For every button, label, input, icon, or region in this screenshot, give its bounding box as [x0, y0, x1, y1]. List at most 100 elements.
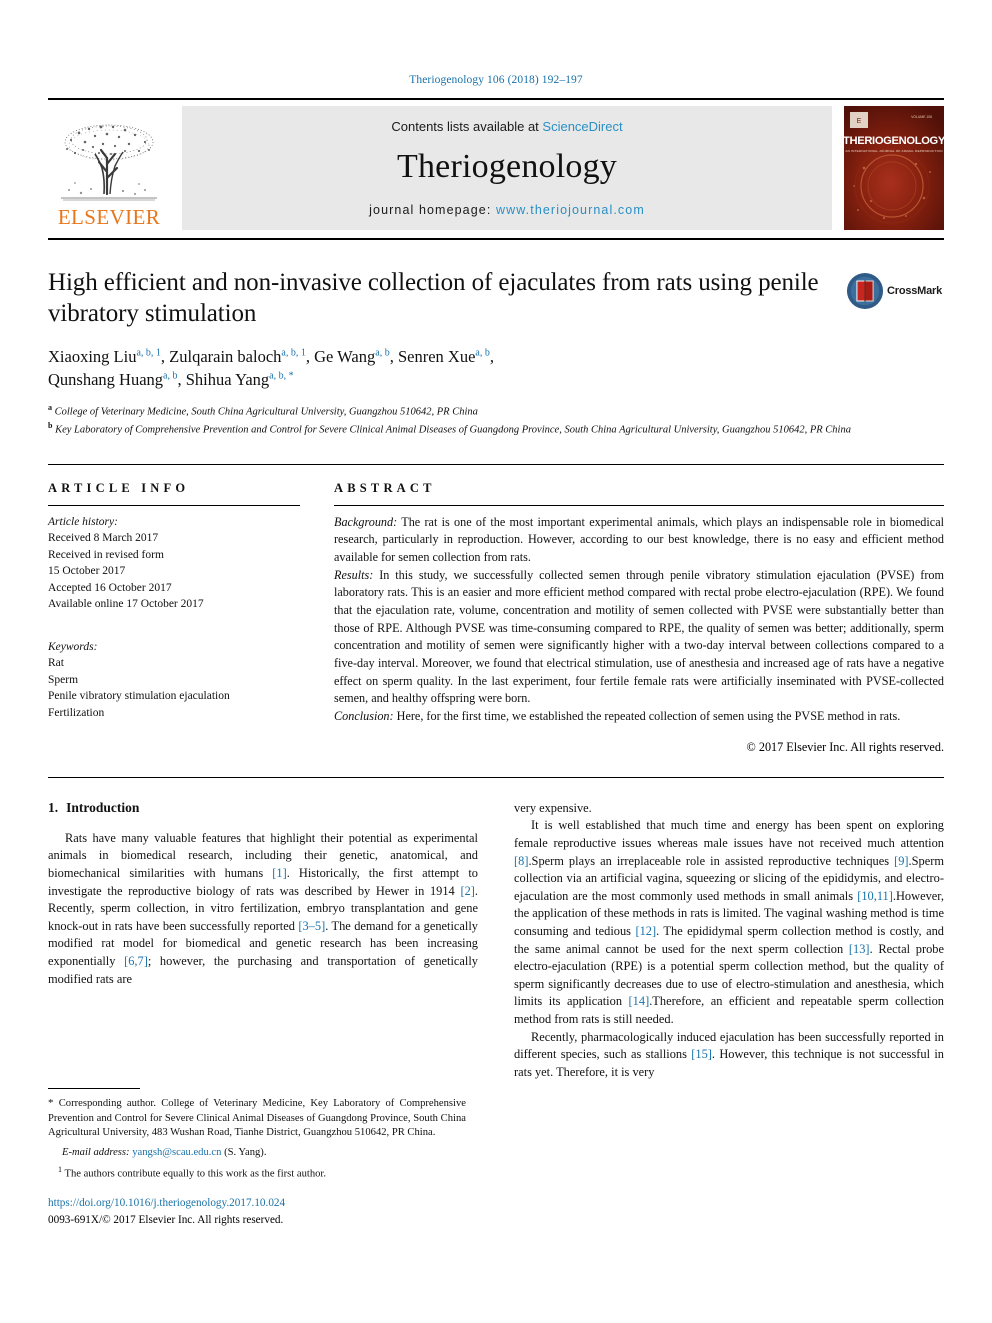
doi-link[interactable]: https://doi.org/10.1016/j.theriogenology… — [48, 1195, 478, 1212]
abstract-rule — [334, 504, 944, 506]
svg-text:AN INTERNATIONAL JOURNAL OF AN: AN INTERNATIONAL JOURNAL OF ANIMAL REPRO… — [845, 149, 942, 153]
svg-text:THERIOGENOLOGY: THERIOGENOLOGY — [844, 135, 944, 147]
journal-cover-thumbnail[interactable]: E VOLUME 106 THERIOGENOLOGY AN INTERNATI… — [844, 106, 944, 230]
author-affil-marker: a, b — [375, 347, 390, 359]
author-name: Zulqarain baloch — [169, 347, 282, 366]
affiliation-marker: a — [48, 402, 52, 412]
abstract-section-label: Results: — [334, 567, 374, 582]
citation-ref[interactable]: [3–5] — [298, 919, 325, 933]
email-label: E-mail address: — [62, 1146, 130, 1158]
citation-ref[interactable]: [1] — [272, 866, 286, 880]
footnote-block: * Corresponding author. College of Veter… — [48, 1088, 466, 1183]
body-top-rule — [48, 776, 944, 778]
citation-ref[interactable]: [9] — [894, 854, 908, 868]
email-author: (S. Yang). — [224, 1146, 267, 1158]
affiliation-marker: b — [48, 420, 53, 430]
paragraph: It is well established that much time an… — [514, 817, 944, 1028]
crossmark-badge[interactable]: CrossMark — [846, 270, 944, 312]
paragraph: Recently, pharmacologically induced ejac… — [514, 1029, 944, 1082]
author-affil-marker: a, b, 1 — [136, 347, 161, 359]
article-history-label: Article history: — [48, 515, 118, 528]
keywords-block: Keywords: Rat Sperm Penile vibratory sti… — [48, 639, 300, 722]
abstract-column: ABSTRACT Background: The rat is one of t… — [334, 481, 944, 755]
history-item: Received 8 March 2017 — [48, 532, 159, 545]
homepage-prefix: journal homepage: — [369, 203, 496, 217]
journal-homepage-line: journal homepage: www.theriojournal.com — [369, 203, 645, 217]
sciencedirect-link[interactable]: ScienceDirect — [542, 119, 622, 134]
keyword-item: Sperm — [48, 673, 79, 686]
running-head: Theriogenology 106 (2018) 192–197 — [409, 74, 583, 86]
abstract-section-label: Conclusion: — [334, 709, 394, 724]
corresponding-author-footnote: * Corresponding author. College of Veter… — [48, 1096, 466, 1141]
affiliation-list: a College of Veterinary Medicine, South … — [48, 402, 944, 438]
article-info-rule — [48, 504, 300, 506]
svg-text:VOLUME 106: VOLUME 106 — [911, 115, 932, 119]
publisher-footer: https://doi.org/10.1016/j.theriogenology… — [48, 1195, 478, 1229]
article-body: 1. Introduction Rats have many valuable f… — [48, 800, 944, 1082]
issn-copyright: 0093-691X/© 2017 Elsevier Inc. All right… — [48, 1213, 284, 1226]
masthead-center-panel: Contents lists available at ScienceDirec… — [182, 106, 832, 230]
article-history-block: Article history: Received 8 March 2017 R… — [48, 514, 300, 613]
contents-prefix: Contents lists available at — [391, 119, 543, 134]
section-number: 1. — [48, 799, 59, 815]
paragraph-text: It is well established that much time an… — [514, 818, 945, 1027]
asterisk-marker: * — [48, 1097, 54, 1109]
abstract-section-text: The rat is one of the most important exp… — [334, 514, 944, 564]
affiliation-item: a College of Veterinary Medicine, South … — [48, 402, 944, 420]
abstract-heading: ABSTRACT — [334, 480, 436, 495]
section-title: Introduction — [66, 799, 140, 815]
abstract-section: Results: In this study, we successfully … — [334, 567, 944, 709]
paragraph-text: Recently, pharmacologically induced ejac… — [514, 1029, 944, 1079]
body-left-column: 1. Introduction Rats have many valuable f… — [48, 800, 478, 1082]
paragraph: very expensive. — [514, 800, 944, 818]
section-heading-introduction: 1. Introduction — [48, 800, 478, 816]
abstract-section-text: Here, for the first time, we established… — [393, 709, 901, 724]
equal-contribution-text: The authors contribute equally to this w… — [64, 1168, 327, 1180]
author-affil-marker: a, b, 1 — [281, 347, 306, 359]
journal-title: Theriogenology — [397, 147, 617, 185]
crossmark-label: CrossMark — [887, 285, 943, 297]
cover-artwork: E VOLUME 106 THERIOGENOLOGY AN INTERNATI… — [844, 106, 944, 230]
elsevier-wordmark: ELSEVIER — [57, 205, 161, 229]
title-block: High efficient and non-invasive collecti… — [48, 268, 944, 438]
footnote-marker: 1 — [58, 1165, 62, 1175]
article-page: Theriogenology 106 (2018) 192–197 ELSEVI… — [0, 0, 992, 1323]
body-right-column: very expensive. It is well established t… — [514, 800, 944, 1082]
affiliation-text: College of Veterinary Medicine, South Ch… — [54, 406, 478, 418]
citation-ref[interactable]: [13] — [849, 942, 870, 956]
citation-ref[interactable]: [2] — [460, 884, 474, 898]
citation-ref[interactable]: [10,11] — [857, 889, 893, 903]
history-item: Available online 17 October 2017 — [48, 598, 204, 611]
affiliation-text: Key Laboratory of Comprehensive Preventi… — [55, 424, 851, 436]
email-link[interactable]: yangsh@scau.edu.cn — [132, 1147, 221, 1158]
citation-ref[interactable]: [12] — [635, 924, 656, 938]
author-name: Qunshang Huang — [48, 370, 164, 390]
info-abstract-section: ARTICLE INFO Article history: Received 8… — [48, 463, 944, 755]
abstract-section: Background: The rat is one of the most i… — [334, 514, 944, 567]
keyword-item: Penile vibratory stimulation ejaculation — [48, 690, 230, 703]
keyword-item: Rat — [48, 657, 64, 670]
abstract-section-text: In this study, we successfully collected… — [334, 567, 944, 706]
author-name: Ge Wang — [314, 347, 376, 366]
author-affil-marker: a, b, * — [269, 370, 294, 382]
abstract-copyright: © 2017 Elsevier Inc. All rights reserved… — [746, 739, 944, 754]
elsevier-logo: ELSEVIER — [48, 106, 170, 230]
history-item: Received in revised form — [48, 548, 164, 561]
abstract-body: Background: The rat is one of the most i… — [334, 514, 944, 726]
author-name: Shihua Yang — [185, 370, 270, 390]
equal-contribution-footnote: 1 The authors contribute equally to this… — [48, 1164, 466, 1182]
citation-ref[interactable]: [6,7] — [124, 954, 148, 968]
abstract-section-label: Background: — [334, 514, 398, 529]
author-name: Xiaoxing Liu — [48, 347, 137, 366]
history-item: 15 October 2017 — [48, 565, 126, 578]
citation-ref[interactable]: [8] — [514, 854, 528, 868]
keyword-item: Fertilization — [48, 706, 105, 719]
author-affil-marker: a, b — [475, 347, 490, 359]
citation-ref[interactable]: [15] — [691, 1047, 712, 1061]
author-name: Senren Xue — [397, 347, 476, 366]
journal-homepage-link[interactable]: www.theriojournal.com — [496, 203, 645, 217]
paragraph-text: Rats have many valuable features that hi… — [48, 830, 479, 986]
elsevier-tree-icon — [61, 124, 157, 201]
citation-ref[interactable]: [14] — [629, 994, 650, 1008]
abstract-section: Conclusion: Here, for the first time, we… — [334, 708, 944, 726]
